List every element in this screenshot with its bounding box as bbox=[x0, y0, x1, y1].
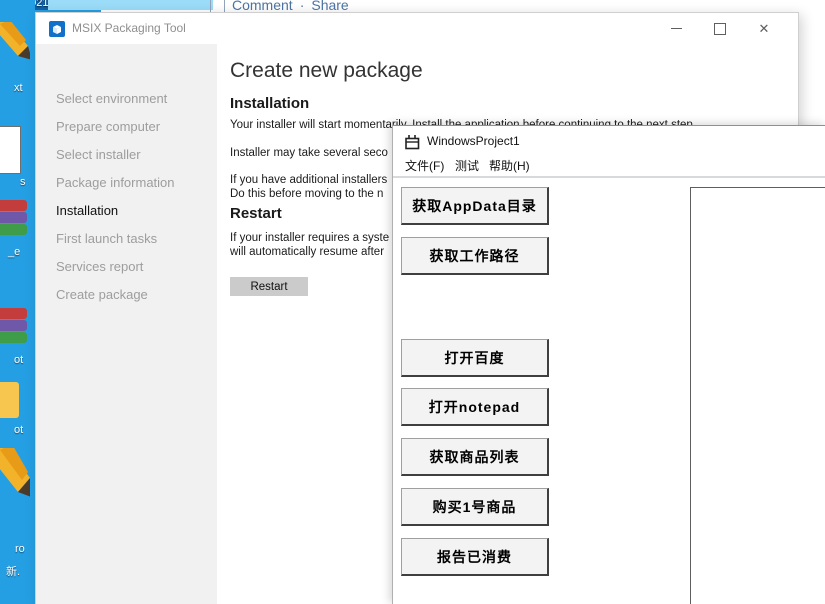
menu-help[interactable]: 帮助(H) bbox=[489, 157, 530, 174]
close-button[interactable]: ✕ bbox=[742, 13, 786, 44]
buy-product-1-button[interactable]: 购买1号商品 bbox=[401, 488, 549, 526]
sidebar-item-first-launch-tasks[interactable]: First launch tasks bbox=[36, 225, 217, 253]
folder-icon[interactable] bbox=[0, 382, 19, 418]
pencil-icon[interactable] bbox=[0, 18, 32, 71]
restart-heading: Restart bbox=[230, 205, 282, 222]
report-consumed-button[interactable]: 报告已消费 bbox=[401, 538, 549, 576]
get-working-path-button[interactable]: 获取工作路径 bbox=[401, 237, 549, 275]
minimize-icon bbox=[670, 28, 682, 29]
minimize-button[interactable] bbox=[654, 13, 698, 44]
sidebar-item-create-package[interactable]: Create package bbox=[36, 281, 217, 309]
sidebar-item-prepare-computer[interactable]: Prepare computer bbox=[36, 113, 217, 141]
sidebar-item-select-installer[interactable]: Select installer bbox=[36, 141, 217, 169]
menu-separator bbox=[393, 176, 825, 178]
sidebar-item-package-information[interactable]: Package information bbox=[36, 169, 217, 197]
sidebar-item-services-report[interactable]: Services report bbox=[36, 253, 217, 281]
page-title: Create new package bbox=[230, 59, 423, 82]
maximize-icon bbox=[714, 22, 726, 35]
stacked-disks-icon[interactable] bbox=[0, 308, 27, 344]
screen: d-... 2021 Comment · Share xt s _e bbox=[0, 0, 825, 604]
desktop-icon-label[interactable]: _e bbox=[8, 246, 20, 258]
msix-app-icon bbox=[49, 21, 65, 42]
desktop-icon-label[interactable]: 新. bbox=[6, 563, 20, 579]
open-notepad-button[interactable]: 打开notepad bbox=[401, 388, 549, 426]
desktop-icon-label[interactable]: s bbox=[20, 176, 26, 188]
get-product-list-button[interactable]: 获取商品列表 bbox=[401, 438, 549, 476]
get-appdata-dir-button[interactable]: 获取AppData目录 bbox=[401, 187, 549, 225]
pencil-icon[interactable] bbox=[0, 442, 34, 515]
desktop-icon-label[interactable]: ro bbox=[15, 543, 25, 555]
installation-heading: Installation bbox=[230, 95, 310, 112]
desktop-icon-label[interactable]: xt bbox=[14, 82, 23, 94]
menu-file[interactable]: 文件(F) bbox=[405, 157, 444, 174]
menu-test[interactable]: 测试 bbox=[455, 157, 479, 174]
titlebar[interactable]: MSIX Packaging Tool ✕ bbox=[36, 13, 798, 44]
restart-button[interactable]: Restart bbox=[230, 277, 308, 296]
open-baidu-button[interactable]: 打开百度 bbox=[401, 339, 549, 377]
window-title: MSIX Packaging Tool bbox=[72, 21, 186, 35]
desktop-icon-label[interactable]: ot bbox=[14, 424, 23, 436]
maximize-button[interactable] bbox=[698, 13, 742, 44]
sidebar-item-select-environment[interactable]: Select environment bbox=[36, 85, 217, 113]
desktop-edge: xt s _e ot ot ro 新. bbox=[0, 0, 35, 604]
document-icon[interactable] bbox=[0, 126, 21, 174]
window-controls: ✕ bbox=[654, 13, 786, 44]
titlebar[interactable]: WindowsProject1 bbox=[393, 126, 825, 156]
stacked-disks-icon[interactable] bbox=[0, 200, 27, 236]
sidebar-item-installation[interactable]: Installation bbox=[36, 197, 217, 225]
windowsproject-app-icon bbox=[405, 135, 420, 155]
window-title: WindowsProject1 bbox=[427, 134, 520, 148]
desktop-icon-label[interactable]: ot bbox=[14, 354, 23, 366]
wizard-steps-sidebar: Select environment Prepare computer Sele… bbox=[36, 44, 217, 604]
desktop-cyan-strip bbox=[48, 0, 213, 10]
output-listbox[interactable] bbox=[690, 187, 825, 604]
windowsproject1-window: WindowsProject1 文件(F) 测试 帮助(H) 获取AppData… bbox=[392, 125, 825, 604]
